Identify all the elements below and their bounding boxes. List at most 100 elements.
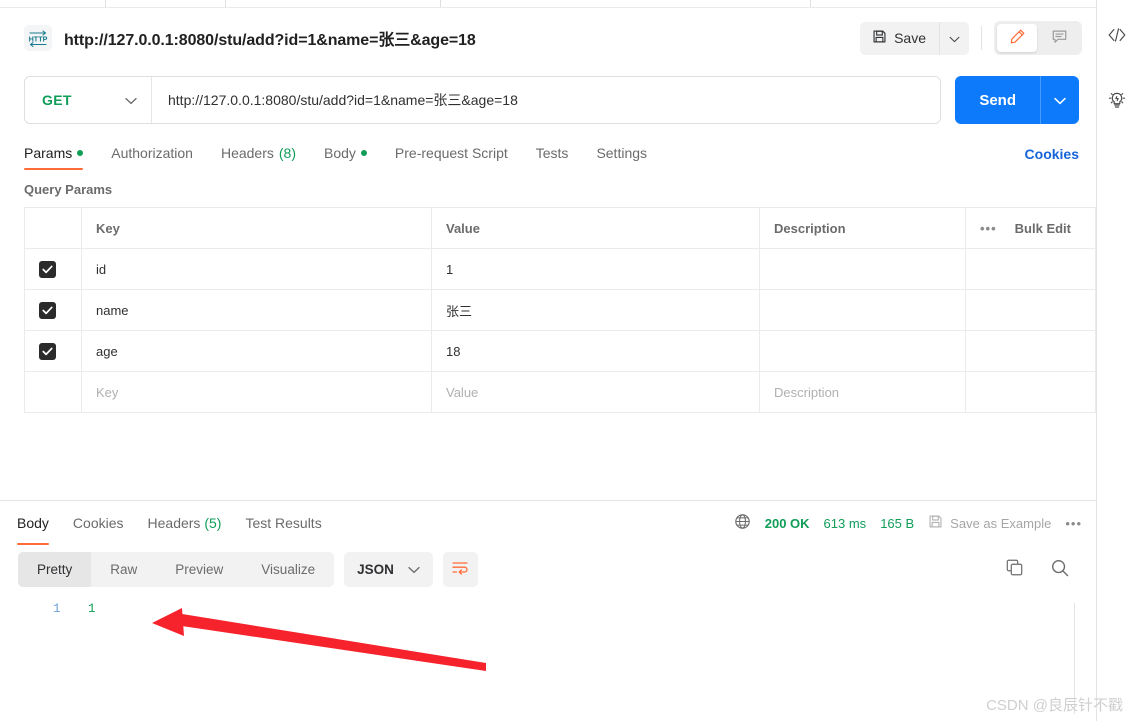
request-title: http://127.0.0.1:8080/stu/add?id=1&name=… bbox=[64, 32, 476, 49]
row-value[interactable]: 张三 bbox=[431, 289, 760, 331]
ellipsis-icon[interactable]: ••• bbox=[1065, 516, 1082, 531]
format-raw[interactable]: Raw bbox=[91, 552, 156, 587]
edit-mode-button[interactable] bbox=[997, 24, 1037, 52]
row-checkbox[interactable] bbox=[39, 342, 56, 360]
response-tab-cookies[interactable]: Cookies bbox=[61, 502, 136, 545]
send-options-button[interactable] bbox=[1040, 76, 1079, 124]
tab-count: (5) bbox=[204, 515, 222, 531]
row-value[interactable]: 18 bbox=[431, 330, 760, 372]
new-row-value-input[interactable]: Value bbox=[431, 371, 760, 413]
comment-mode-button[interactable] bbox=[1039, 24, 1079, 52]
save-as-example-button[interactable]: Save as Example bbox=[928, 514, 1051, 532]
tab-pre-request-script[interactable]: Pre-request Script bbox=[381, 135, 522, 170]
row-actions bbox=[965, 248, 1096, 290]
language-selector[interactable]: JSON bbox=[344, 551, 433, 587]
info-lightbulb-button[interactable] bbox=[1103, 88, 1131, 116]
code-icon bbox=[1107, 27, 1127, 46]
csdn-watermark: CSDN @良辰针不戳 bbox=[986, 697, 1123, 714]
tab-label: Body bbox=[324, 144, 356, 161]
send-button[interactable]: Send bbox=[955, 76, 1040, 124]
tab-tests[interactable]: Tests bbox=[522, 135, 583, 170]
row-checkbox[interactable] bbox=[39, 301, 56, 319]
cookies-link[interactable]: Cookies bbox=[1025, 146, 1079, 170]
response-tab-body[interactable]: Body bbox=[17, 502, 61, 545]
ellipsis-icon[interactable]: ••• bbox=[980, 221, 997, 236]
code-snippet-button[interactable] bbox=[1103, 22, 1131, 50]
tab-count: (8) bbox=[278, 144, 296, 161]
tab-label: Authorization bbox=[111, 144, 193, 161]
line-number: 1 bbox=[53, 602, 61, 616]
new-row-description-input[interactable]: Description bbox=[759, 371, 966, 413]
url-input[interactable]: http://127.0.0.1:8080/stu/add?id=1&name=… bbox=[152, 90, 940, 110]
table-row: age 18 bbox=[24, 330, 1096, 372]
tab-label: Headers bbox=[220, 144, 274, 161]
tab-params[interactable]: Params bbox=[24, 135, 97, 170]
row-description[interactable] bbox=[759, 289, 966, 331]
search-button[interactable] bbox=[1050, 558, 1070, 581]
word-wrap-button[interactable] bbox=[442, 551, 478, 587]
tab-headers[interactable]: Headers (8) bbox=[207, 135, 310, 170]
column-actions: ••• Bulk Edit bbox=[965, 207, 1096, 249]
response-body-viewer[interactable]: 1 1 bbox=[0, 593, 1096, 714]
bulk-edit-button[interactable]: Bulk Edit bbox=[1015, 221, 1071, 236]
word-wrap-icon bbox=[451, 560, 469, 578]
format-visualize[interactable]: Visualize bbox=[242, 552, 334, 587]
row-checkbox-cell bbox=[24, 330, 82, 372]
request-tabs: Params Authorization Headers (8) Body Pr… bbox=[0, 134, 1096, 170]
column-checkbox bbox=[24, 207, 82, 249]
workspace-tab-strip bbox=[0, 0, 1096, 8]
row-checkbox-cell bbox=[24, 371, 82, 413]
postman-window: HTTP http://127.0.0.1:8080/stu/add?id=1&… bbox=[0, 0, 1137, 721]
save-button[interactable]: Save bbox=[860, 22, 939, 55]
row-key[interactable]: id bbox=[81, 248, 432, 290]
tab-label: Tests bbox=[535, 144, 569, 161]
header-divider bbox=[981, 26, 982, 50]
save-button-group: Save bbox=[860, 21, 969, 55]
response-time: 613 ms bbox=[823, 515, 867, 531]
new-row-key-input[interactable]: Key bbox=[81, 371, 432, 413]
view-mode-group bbox=[994, 21, 1082, 55]
response-tab-headers[interactable]: Headers (5) bbox=[136, 502, 234, 545]
table-row: id 1 bbox=[24, 248, 1096, 290]
response-tabs: Body Cookies Headers (5) Test Results 20… bbox=[0, 501, 1096, 545]
comment-icon bbox=[1051, 28, 1068, 48]
lightbulb-icon bbox=[1107, 90, 1127, 114]
tab-label: Headers bbox=[147, 515, 201, 531]
pencil-icon bbox=[1009, 28, 1026, 48]
tab-authorization[interactable]: Authorization bbox=[97, 135, 207, 170]
query-params-table: Key Value Description ••• Bulk Edit id 1… bbox=[24, 207, 1096, 413]
save-label: Save bbox=[894, 30, 926, 46]
row-key[interactable]: name bbox=[81, 289, 432, 331]
format-pretty[interactable]: Pretty bbox=[18, 551, 92, 587]
row-checkbox[interactable] bbox=[39, 260, 56, 278]
tab-label: Settings bbox=[596, 144, 648, 161]
table-row: name 张三 bbox=[24, 289, 1096, 331]
response-format-group: Pretty Raw Preview Visualize bbox=[18, 551, 335, 587]
save-options-button[interactable] bbox=[939, 21, 969, 55]
tab-divider bbox=[225, 0, 226, 7]
response-body-content: 1 bbox=[88, 602, 96, 616]
row-key[interactable]: age bbox=[81, 330, 432, 372]
tab-settings[interactable]: Settings bbox=[582, 135, 661, 170]
copy-button[interactable] bbox=[1005, 558, 1024, 580]
tab-body[interactable]: Body bbox=[310, 135, 381, 170]
row-description[interactable] bbox=[759, 248, 966, 290]
header-actions: Save bbox=[860, 21, 1082, 55]
tab-divider bbox=[440, 0, 441, 7]
method-selector[interactable]: GET bbox=[25, 77, 152, 123]
tab-divider bbox=[810, 0, 811, 7]
format-preview[interactable]: Preview bbox=[156, 552, 242, 587]
copy-icon bbox=[1005, 559, 1024, 580]
response-tab-test-results[interactable]: Test Results bbox=[233, 502, 333, 545]
tab-label: Body bbox=[17, 515, 49, 531]
save-as-example-label: Save as Example bbox=[950, 515, 1052, 531]
column-key: Key bbox=[81, 207, 432, 249]
column-value: Value bbox=[431, 207, 760, 249]
chevron-down-icon bbox=[1054, 93, 1066, 108]
globe-icon[interactable] bbox=[734, 513, 751, 533]
query-params-section: Query Params Key Value Description ••• B… bbox=[0, 170, 1096, 413]
row-value[interactable]: 1 bbox=[431, 248, 760, 290]
row-actions bbox=[965, 289, 1096, 331]
row-description[interactable] bbox=[759, 330, 966, 372]
status-badge: 200 OK bbox=[764, 515, 810, 531]
